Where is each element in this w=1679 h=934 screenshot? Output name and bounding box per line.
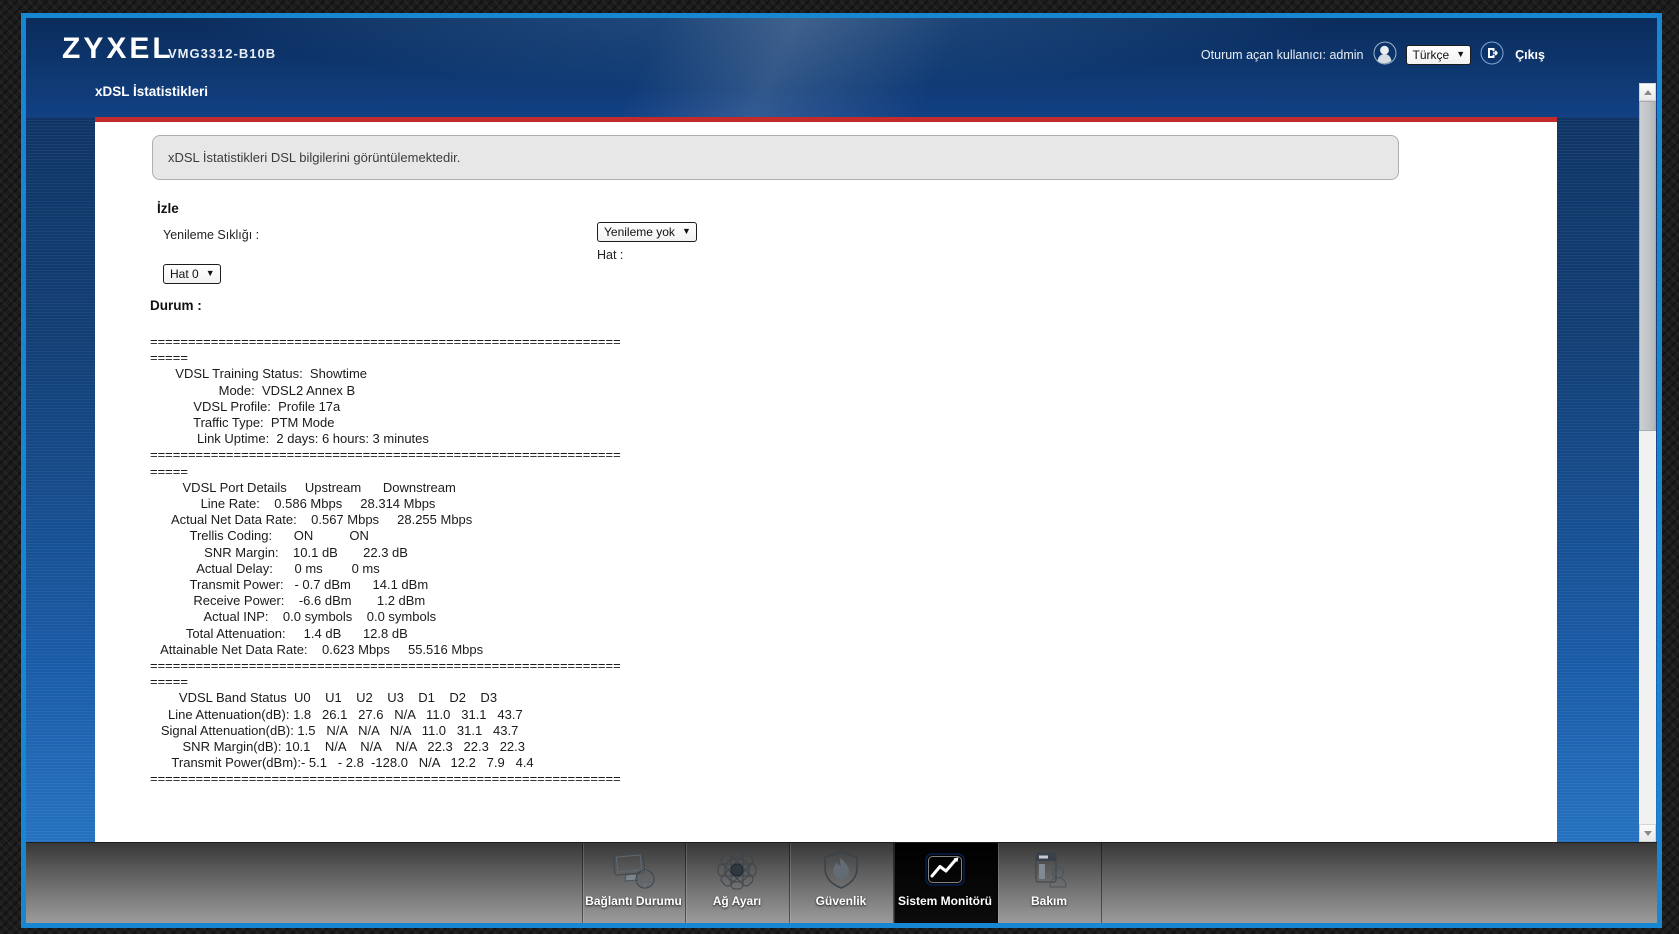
- nav-item-label: Bağlantı Durumu: [585, 894, 682, 908]
- maintenance-icon: [1027, 849, 1071, 891]
- status-label: Durum :: [150, 298, 202, 313]
- device-model: VMG3312-B10B: [168, 46, 277, 61]
- status-line: Link Uptime: 2 days: 6 hours: 3 minutes: [150, 431, 429, 447]
- status-line: VDSL Training Status: Showtime: [150, 366, 368, 382]
- line-label: Hat :: [597, 248, 624, 262]
- status-line: Line Attenuation(dB): 1.8 26.1 27.6 N/A …: [150, 706, 523, 722]
- status-line: Actual INP: 0.0 symbols 0.0 symbols: [150, 609, 437, 625]
- info-box-text: xDSL İstatistikleri DSL bilgilerini görü…: [168, 150, 461, 165]
- refresh-interval-select[interactable]: Yenileme yok ▼: [597, 222, 697, 242]
- status-line: Actual Net Data Rate: 0.567 Mbps 28.255 …: [150, 512, 473, 528]
- info-box: xDSL İstatistikleri DSL bilgilerini görü…: [152, 135, 1399, 180]
- logout-button[interactable]: Çıkış: [1515, 48, 1545, 62]
- chevron-down-icon: ▼: [1456, 49, 1466, 59]
- xdsl-status-text: ========================================…: [150, 334, 621, 788]
- arrow-down-icon: [1643, 830, 1652, 836]
- nav-item-label: Sistem Monitörü: [897, 894, 992, 908]
- nav-item-label: Güvenlik: [815, 894, 867, 908]
- nav-item-system-monitor[interactable]: Sistem Monitörü: [893, 843, 998, 923]
- status-line: Actual Delay: 0 ms 0 ms: [150, 560, 380, 576]
- status-line: Line Rate: 0.586 Mbps 28.314 Mbps: [150, 496, 436, 512]
- status-line: =====: [150, 350, 188, 366]
- status-line: Transmit Power(dBm):- 5.1 - 2.8 -128.0 N…: [150, 755, 534, 771]
- router-admin-window: ZYXEL VMG3312-B10B Oturum açan kullanıcı…: [21, 13, 1662, 928]
- status-line: Traffic Type: PTM Mode: [150, 415, 335, 431]
- scrollbar-thumb[interactable]: [1639, 101, 1656, 431]
- nav-item-maintenance[interactable]: Bakım: [998, 843, 1102, 923]
- top-header: ZYXEL VMG3312-B10B Oturum açan kullanıcı…: [26, 18, 1657, 117]
- scroll-up-button[interactable]: [1639, 83, 1656, 101]
- status-line: SNR Margin(dB): 10.1 N/A N/A N/A 22.3 22…: [150, 739, 526, 755]
- status-line: Mode: VDSL2 Annex B: [150, 382, 356, 398]
- nav-item-connection-status[interactable]: Bağlantı Durumu: [581, 843, 686, 923]
- page-title: xDSL İstatistikleri: [95, 84, 209, 99]
- status-line: =====: [150, 463, 188, 479]
- zyxel-logo: ZYXEL: [62, 32, 174, 65]
- nav-item-label: Ağ Ayarı: [712, 894, 762, 908]
- status-line: VDSL Port Details Upstream Downstream: [150, 479, 456, 495]
- status-line: ========================================…: [150, 334, 621, 349]
- logged-in-user-text: Oturum açan kullanıcı: admin: [1200, 48, 1364, 62]
- status-line: =====: [150, 674, 188, 690]
- line-select-value: Hat 0: [170, 266, 199, 281]
- network-setting-icon: [715, 849, 759, 891]
- refresh-interval-label: Yenileme Sıklığı :: [163, 228, 260, 242]
- status-line: Transmit Power: - 0.7 dBm 14.1 dBm: [150, 577, 429, 593]
- nav-item-security[interactable]: Güvenlik: [790, 843, 894, 923]
- status-line: ========================================…: [150, 447, 621, 463]
- nav-item-label: Bakım: [1030, 894, 1068, 908]
- refresh-interval-value: Yenileme yok: [604, 224, 675, 239]
- connection-status-icon: [611, 849, 657, 891]
- user-avatar-icon: [1373, 41, 1397, 70]
- status-line: ========================================…: [150, 771, 621, 787]
- status-line: VDSL Profile: Profile 17a: [150, 398, 341, 414]
- bottom-navigation-bar: Bağlantı Durumu Ağ Ayarı Güvenlik Sistem…: [26, 842, 1657, 923]
- line-select[interactable]: Hat 0 ▼: [163, 264, 221, 284]
- status-line: Trellis Coding: ON ON: [150, 528, 369, 544]
- status-line: Receive Power: -6.6 dBm 1.2 dBm: [150, 593, 426, 609]
- status-line: ========================================…: [150, 658, 621, 674]
- status-line: VDSL Band Status U0 U1 U2 U3 D1 D2 D3: [150, 690, 498, 706]
- arrow-up-icon: [1643, 89, 1652, 95]
- vertical-scrollbar[interactable]: [1639, 83, 1656, 842]
- monitor-section-title: İzle: [157, 201, 179, 216]
- user-session-row: Oturum açan kullanıcı: admin Türkçe ▼ Çı…: [1200, 41, 1545, 70]
- scroll-down-button[interactable]: [1639, 824, 1656, 842]
- content-panel: xDSL İstatistikleri DSL bilgilerini görü…: [95, 122, 1557, 842]
- language-select-value: Türkçe: [1412, 47, 1450, 62]
- nav-items-row: Bağlantı Durumu Ağ Ayarı Güvenlik Sistem…: [26, 843, 1657, 923]
- security-icon: [821, 849, 861, 891]
- chevron-down-icon: ▼: [205, 268, 215, 278]
- system-monitor-icon: [922, 849, 968, 891]
- status-line: Total Attenuation: 1.4 dB 12.8 dB: [150, 625, 408, 641]
- status-line: Signal Attenuation(dB): 1.5 N/A N/A N/A …: [150, 722, 519, 738]
- nav-item-network-setting[interactable]: Ağ Ayarı: [686, 843, 790, 923]
- status-line: SNR Margin: 10.1 dB 22.3 dB: [150, 544, 408, 560]
- logout-icon[interactable]: [1480, 41, 1504, 70]
- status-line: Attainable Net Data Rate: 0.623 Mbps 55.…: [150, 641, 484, 657]
- chevron-down-icon: ▼: [681, 226, 691, 236]
- language-select[interactable]: Türkçe ▼: [1405, 45, 1472, 65]
